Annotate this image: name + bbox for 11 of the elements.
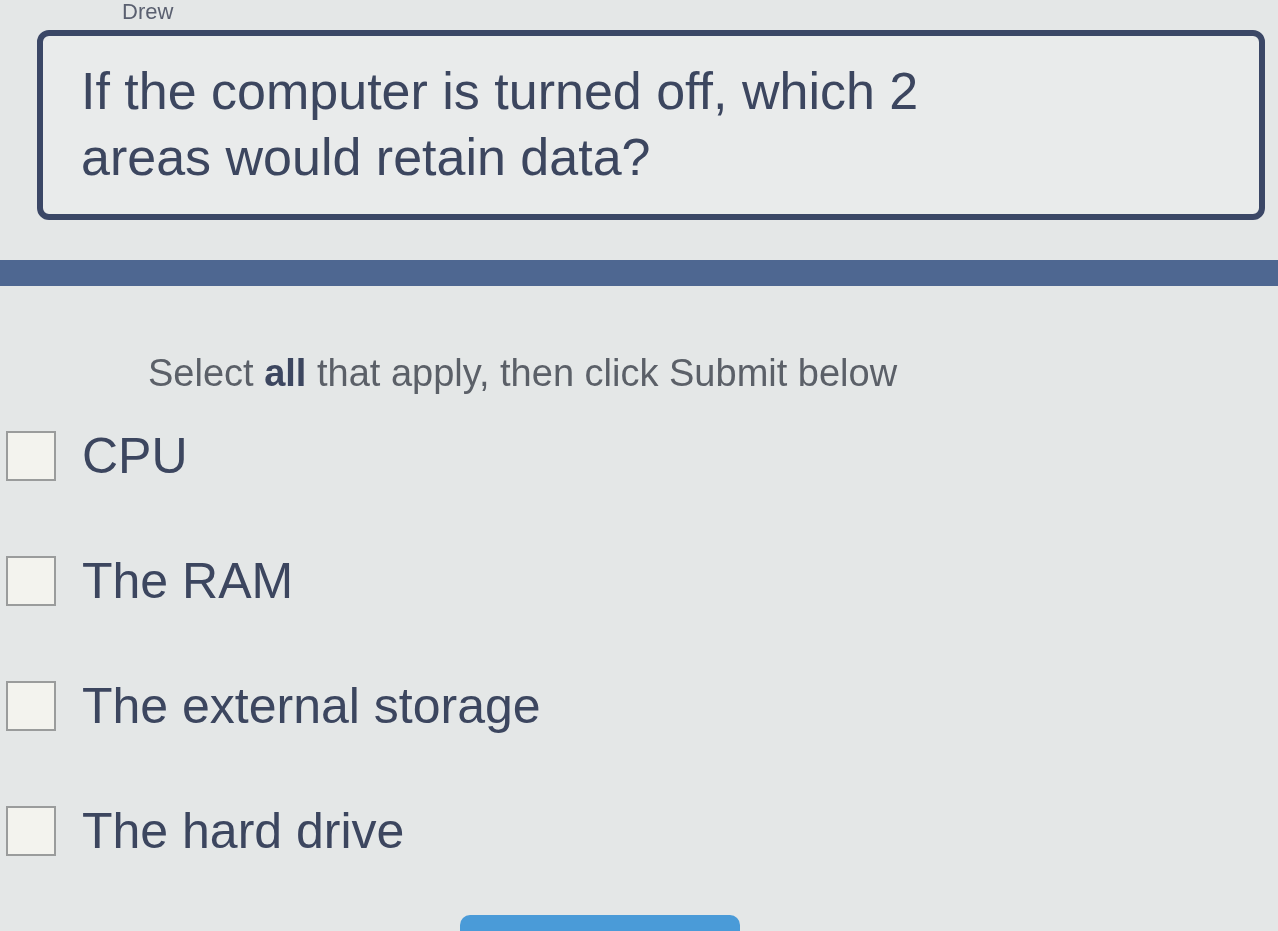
option-label[interactable]: The external storage xyxy=(82,680,541,732)
option-label[interactable]: CPU xyxy=(82,430,188,482)
question-text: If the computer is turned off, which 2 areas would retain data? xyxy=(81,61,920,188)
option-label[interactable]: The RAM xyxy=(82,555,294,607)
checkbox[interactable] xyxy=(6,681,56,731)
checkbox[interactable] xyxy=(6,431,56,481)
option-label[interactable]: The hard drive xyxy=(82,805,405,857)
user-name: Drew xyxy=(122,0,174,24)
checkbox[interactable] xyxy=(6,556,56,606)
checkbox[interactable] xyxy=(6,806,56,856)
instruction-text: Select all that apply, then click Submit below xyxy=(148,351,898,396)
